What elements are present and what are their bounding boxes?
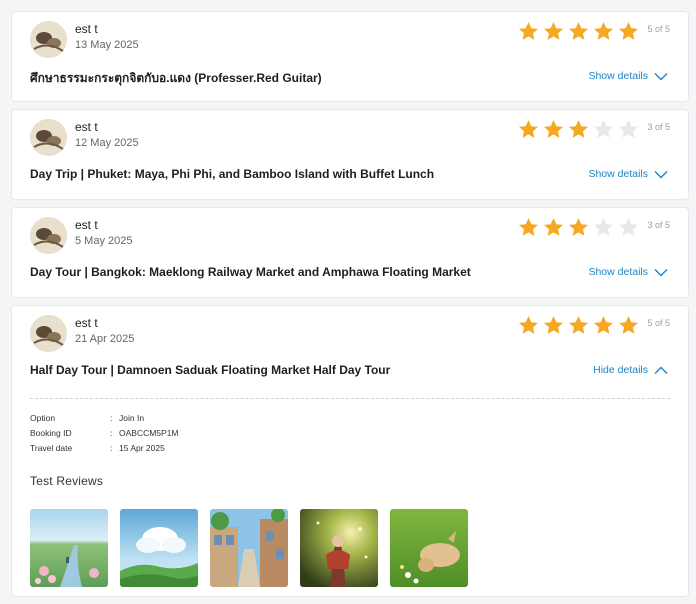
detail-value: Join In	[119, 413, 145, 423]
review-card: est t 5 May 2025 3 of 5 Day Tour | Bangk…	[11, 207, 689, 298]
toggle-label: Show details	[588, 70, 648, 82]
star-icon	[544, 22, 563, 40]
photo-gallery	[30, 509, 468, 587]
details-divider	[30, 398, 670, 399]
star-icon	[544, 316, 563, 334]
reviewer-name: est t	[75, 120, 98, 134]
show-details-button[interactable]: Show details	[588, 70, 668, 82]
detail-label: Booking ID	[30, 428, 72, 438]
rating-text: 5 of 5	[647, 318, 670, 328]
review-title: Day Trip | Phuket: Maya, Phi Phi, and Ba…	[30, 167, 435, 181]
review-title: Half Day Tour | Damnoen Saduak Floating …	[30, 363, 391, 377]
review-photo-thumbnail[interactable]	[210, 509, 288, 587]
toggle-label: Show details	[588, 266, 648, 278]
rating-text: 5 of 5	[647, 24, 670, 34]
detail-separator: :	[110, 413, 113, 423]
chevron-down-icon	[654, 170, 668, 178]
review-title: ศึกษาธรรมะกระตุกจิตกับอ.แดง (Professer.R…	[30, 71, 322, 85]
chevron-down-icon	[654, 268, 668, 276]
star-icon	[569, 218, 588, 236]
avatar[interactable]	[30, 119, 67, 156]
star-icon	[519, 22, 538, 40]
review-card: est t 13 May 2025 5 of 5 ศึกษาธรรมะกระตุ…	[11, 11, 689, 102]
detail-separator: :	[110, 428, 113, 438]
star-icon	[544, 218, 563, 236]
toggle-label: Show details	[588, 168, 648, 180]
hide-details-button[interactable]: Hide details	[593, 364, 668, 376]
review-card: est t 12 May 2025 3 of 5 Day Trip | Phuk…	[11, 109, 689, 200]
star-icon	[594, 316, 613, 334]
rating-text: 3 of 5	[647, 220, 670, 230]
star-icon	[519, 218, 538, 236]
review-photo-thumbnail[interactable]	[300, 509, 378, 587]
detail-value: OABCCM5P1M	[119, 428, 179, 438]
chevron-down-icon	[654, 72, 668, 80]
star-icon	[519, 316, 538, 334]
star-icon	[619, 120, 638, 138]
star-icon	[519, 120, 538, 138]
review-card-expanded: est t 21 Apr 2025 5 of 5 Half Day Tour |…	[11, 305, 689, 597]
avatar[interactable]	[30, 21, 67, 58]
chevron-up-icon	[654, 366, 668, 374]
review-photo-thumbnail[interactable]	[30, 509, 108, 587]
avatar[interactable]	[30, 217, 67, 254]
toggle-label: Hide details	[593, 364, 648, 376]
star-icon	[569, 120, 588, 138]
review-date: 5 May 2025	[75, 235, 133, 247]
star-icon	[619, 316, 638, 334]
star-rating	[517, 21, 640, 42]
review-date: 13 May 2025	[75, 39, 139, 51]
detail-label: Option	[30, 413, 56, 423]
review-photo-thumbnail[interactable]	[390, 509, 468, 587]
star-icon	[544, 120, 563, 138]
star-icon	[594, 120, 613, 138]
avatar[interactable]	[30, 315, 67, 352]
reviewer-name: est t	[75, 218, 98, 232]
star-icon	[594, 218, 613, 236]
review-list: est t 13 May 2025 5 of 5 ศึกษาธรรมะกระตุ…	[0, 0, 696, 604]
star-icon	[569, 316, 588, 334]
reviewer-name: est t	[75, 22, 98, 36]
star-rating	[517, 217, 640, 238]
star-icon	[619, 22, 638, 40]
star-icon	[569, 22, 588, 40]
star-rating	[517, 315, 640, 336]
review-date: 12 May 2025	[75, 137, 139, 149]
reviewer-name: est t	[75, 316, 98, 330]
star-icon	[619, 218, 638, 236]
star-rating	[517, 119, 640, 140]
review-text: Test Reviews	[30, 474, 104, 488]
detail-label: Travel date	[30, 443, 73, 453]
detail-separator: :	[110, 443, 113, 453]
detail-value: 15 Apr 2025	[119, 443, 165, 453]
review-date: 21 Apr 2025	[75, 333, 135, 345]
review-title: Day Tour | Bangkok: Maeklong Railway Mar…	[30, 265, 471, 279]
review-photo-thumbnail[interactable]	[120, 509, 198, 587]
rating-text: 3 of 5	[647, 122, 670, 132]
show-details-button[interactable]: Show details	[588, 266, 668, 278]
star-icon	[594, 22, 613, 40]
show-details-button[interactable]: Show details	[588, 168, 668, 180]
